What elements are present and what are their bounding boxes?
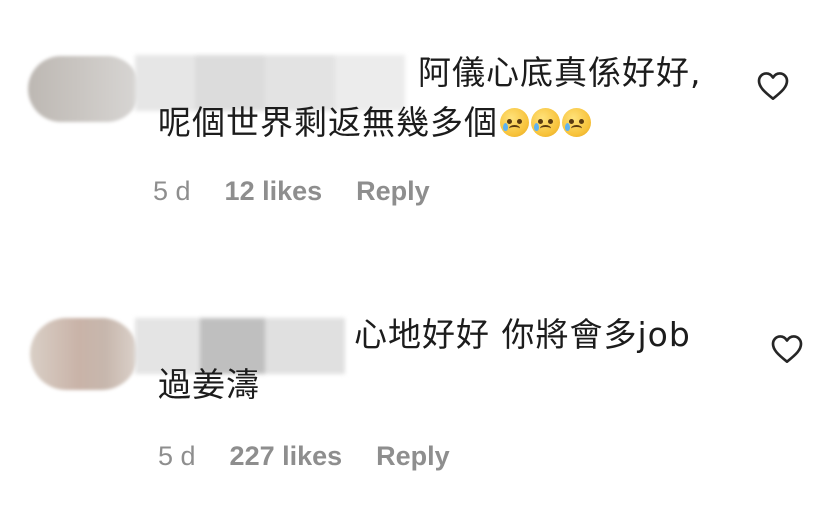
reply-button[interactable]: Reply <box>376 441 450 472</box>
comment-text-line-2: 過姜濤 <box>158 365 260 404</box>
comment-item-1: 阿儀心底真係好好, 呢個世界剩返無幾多個 5 d 12 likes Reply <box>0 0 823 250</box>
avatar[interactable] <box>28 56 140 122</box>
comment-text: 阿儀心底真係好好, 呢個世界剩返無幾多個 <box>158 48 702 148</box>
comment-time: 5 d <box>158 441 196 471</box>
likes-count[interactable]: 227 likes <box>230 441 343 472</box>
heart-outline-icon[interactable] <box>771 334 803 364</box>
comment-item-2: 心地好好 你將會多job 過姜濤 5 d 227 likes Reply <box>0 250 823 510</box>
avatar[interactable] <box>30 318 138 390</box>
reply-button[interactable]: Reply <box>356 176 430 207</box>
comment-text-line-1: 心地好好 你將會多job <box>354 315 691 354</box>
comment-text-line-1: 阿儀心底真係好好, <box>418 53 702 92</box>
comment-text: 心地好好 你將會多job 過姜濤 <box>158 310 691 410</box>
comment-time: 5 d <box>153 176 191 206</box>
comment-text-line-2: 呢個世界剩返無幾多個 <box>158 98 702 148</box>
comment-text-line-2-text: 呢個世界剩返無幾多個 <box>158 103 498 142</box>
crying-face-emoji <box>531 108 560 137</box>
likes-count[interactable]: 12 likes <box>225 176 323 207</box>
comment-meta: 5 d 227 likes Reply <box>158 441 450 472</box>
crying-face-emoji <box>500 108 529 137</box>
heart-outline-icon[interactable] <box>757 71 789 101</box>
comment-meta: 5 d 12 likes Reply <box>153 176 430 207</box>
crying-face-emoji <box>562 108 591 137</box>
